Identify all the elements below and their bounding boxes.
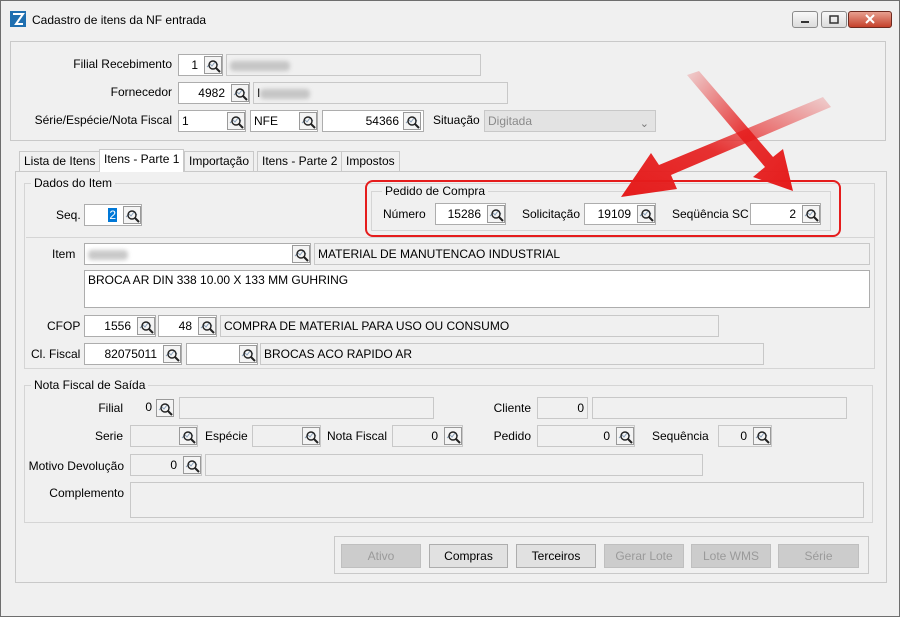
situacao-label: Situação: [433, 113, 480, 127]
lote-wms-button[interactable]: Lote WMS: [691, 544, 771, 568]
item-lookup-icon[interactable]: [292, 245, 310, 263]
nf-especie-label: Espécie: [205, 429, 248, 443]
cl-fiscal-extra-lookup-icon[interactable]: [239, 345, 257, 363]
complemento-textarea[interactable]: [130, 482, 864, 518]
motivo-label: Motivo Devolução: [28, 459, 124, 473]
maximize-button[interactable]: [821, 11, 847, 28]
close-button[interactable]: [848, 11, 892, 28]
fornecedor-label: Fornecedor: [110, 85, 172, 99]
filial-name-field: [226, 54, 481, 76]
fornecedor-lookup-icon[interactable]: [231, 84, 249, 102]
app-icon: [10, 11, 26, 27]
motivo-lookup-icon[interactable]: [183, 456, 201, 474]
nf-nota-label: Nota Fiscal: [327, 429, 388, 443]
motivo-description: [205, 454, 703, 476]
tab-impostos[interactable]: Impostos: [341, 151, 400, 171]
minimize-button[interactable]: [792, 11, 818, 28]
nf-saida-label: Nota Fiscal de Saída: [31, 378, 149, 392]
filial-lookup-icon[interactable]: [204, 56, 222, 74]
divider: [26, 237, 875, 238]
serie-lookup-icon[interactable]: [227, 112, 245, 130]
seq-value: 2: [108, 208, 117, 222]
nota-fiscal-lookup-icon[interactable]: [403, 112, 421, 130]
nf-filial-label: Filial: [98, 401, 123, 415]
close-icon: [865, 14, 875, 24]
cl-fiscal-description: BROCAS ACO RAPIDO AR: [260, 343, 764, 365]
annotation-arrows-icon: [621, 71, 831, 197]
filial-label: Filial Recebimento: [73, 57, 172, 71]
item-description: MATERIAL DE MANUTENCAO INDUSTRIAL: [314, 243, 870, 265]
minimize-icon: [801, 21, 809, 23]
complemento-label: Complemento: [49, 486, 124, 500]
window-title: Cadastro de itens da NF entrada: [32, 13, 207, 27]
fornecedor-name-field: I: [253, 82, 508, 104]
item-label: Item: [52, 247, 76, 261]
situacao-value: Digitada: [488, 114, 533, 128]
nf-filial-name: [179, 397, 434, 419]
tab-importacao[interactable]: Importação: [184, 151, 255, 171]
pedido-lookup-icon[interactable]: [616, 427, 634, 445]
sequencia-label: Sequência: [652, 429, 709, 443]
cfop-description: COMPRA DE MATERIAL PARA USO OU CONSUMO: [220, 315, 719, 337]
sequencia-lookup-icon[interactable]: [753, 427, 771, 445]
nf-serie-lookup-icon[interactable]: [179, 427, 197, 445]
seq-label: Seq.: [56, 208, 81, 222]
ativo-button[interactable]: Ativo: [341, 544, 421, 568]
cliente-input[interactable]: 0: [537, 397, 588, 419]
tab-itens-parte-2[interactable]: Itens - Parte 2: [257, 151, 343, 171]
nf-especie-lookup-icon[interactable]: [302, 427, 320, 445]
nf-serie-label: Serie: [94, 429, 123, 443]
item-complement-textarea[interactable]: BROCA AR DIN 338 10.00 X 133 MM GUHRING: [84, 270, 870, 308]
tab-itens-parte-1[interactable]: Itens - Parte 1: [99, 149, 185, 172]
especie-lookup-icon[interactable]: [299, 112, 317, 130]
pedido-label: Pedido: [493, 429, 531, 443]
title-bar: Cadastro de itens da NF entrada: [1, 1, 899, 37]
terceiros-button[interactable]: Terceiros: [516, 544, 596, 568]
compras-button[interactable]: Compras: [429, 544, 508, 568]
cl-fiscal-lookup-icon[interactable]: [163, 345, 181, 363]
tab-lista-de-itens[interactable]: Lista de Itens: [19, 151, 101, 171]
cl-fiscal-label: Cl. Fiscal: [31, 347, 81, 361]
cliente-name: [592, 397, 847, 419]
gerar-lote-button[interactable]: Gerar Lote: [604, 544, 684, 568]
cliente-label: Cliente: [493, 401, 531, 415]
seq-lookup-icon[interactable]: [123, 206, 141, 224]
nf-filial-lookup-icon[interactable]: [156, 399, 174, 417]
item-input[interactable]: [84, 243, 311, 265]
maximize-icon: [829, 15, 839, 24]
serie-label: Série/Espécie/Nota Fiscal: [34, 113, 172, 127]
cfop-label: CFOP: [47, 319, 81, 333]
cfop-seq-lookup-icon[interactable]: [198, 317, 216, 335]
serie-button[interactable]: Série: [778, 544, 859, 568]
main-window: Cadastro de itens da NF entrada Filial R…: [0, 0, 900, 617]
cfop-lookup-icon[interactable]: [137, 317, 155, 335]
dados-item-label: Dados do Item: [31, 176, 116, 190]
nf-nota-lookup-icon[interactable]: [444, 427, 462, 445]
